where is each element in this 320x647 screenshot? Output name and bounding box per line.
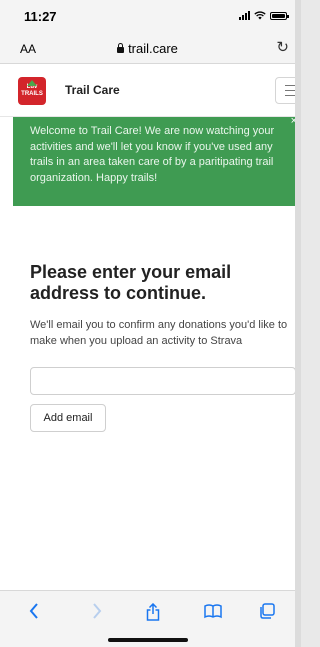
bookmarks-icon[interactable] <box>201 603 225 623</box>
back-icon[interactable] <box>22 603 46 623</box>
site-header: Luv TRAILS Trail Care <box>0 65 295 117</box>
url-field[interactable]: trail.care <box>0 41 295 56</box>
page-description: We'll email you to confirm any donations… <box>30 319 288 347</box>
reload-icon[interactable]: ↻ <box>276 38 289 56</box>
email-field[interactable] <box>30 367 295 395</box>
tabs-icon[interactable] <box>255 603 279 623</box>
status-icons <box>239 11 289 20</box>
site-brand[interactable]: Trail Care <box>65 83 120 97</box>
url-text: trail.care <box>128 41 178 56</box>
welcome-alert: Welcome to Trail Care! We are now watchi… <box>13 115 295 206</box>
status-bar: 11:27 <box>0 0 295 34</box>
alert-message: Welcome to Trail Care! We are now watchi… <box>30 125 275 184</box>
home-indicator <box>108 638 188 642</box>
hamburger-icon[interactable] <box>275 77 295 104</box>
share-icon[interactable] <box>141 602 165 623</box>
signal-icon <box>239 11 250 20</box>
screenshot-edge <box>295 0 301 647</box>
wifi-icon <box>254 11 266 20</box>
logo-text-trails: TRAILS <box>21 91 43 97</box>
battery-icon <box>270 12 289 20</box>
forward-icon[interactable] <box>85 603 109 623</box>
site-logo[interactable]: Luv TRAILS <box>18 77 46 105</box>
status-time: 11:27 <box>24 9 57 24</box>
page-title: Please enter your email address to conti… <box>30 262 232 303</box>
add-email-button[interactable]: Add email <box>30 404 106 432</box>
main-content: Please enter your email address to conti… <box>30 262 295 349</box>
phone-screen: 11:27 AA trail.care ↻ Luv TRAILS Trail C… <box>0 0 295 647</box>
lock-icon <box>117 43 125 53</box>
address-bar: AA trail.care ↻ <box>0 34 295 64</box>
mountain-icon <box>27 80 37 86</box>
